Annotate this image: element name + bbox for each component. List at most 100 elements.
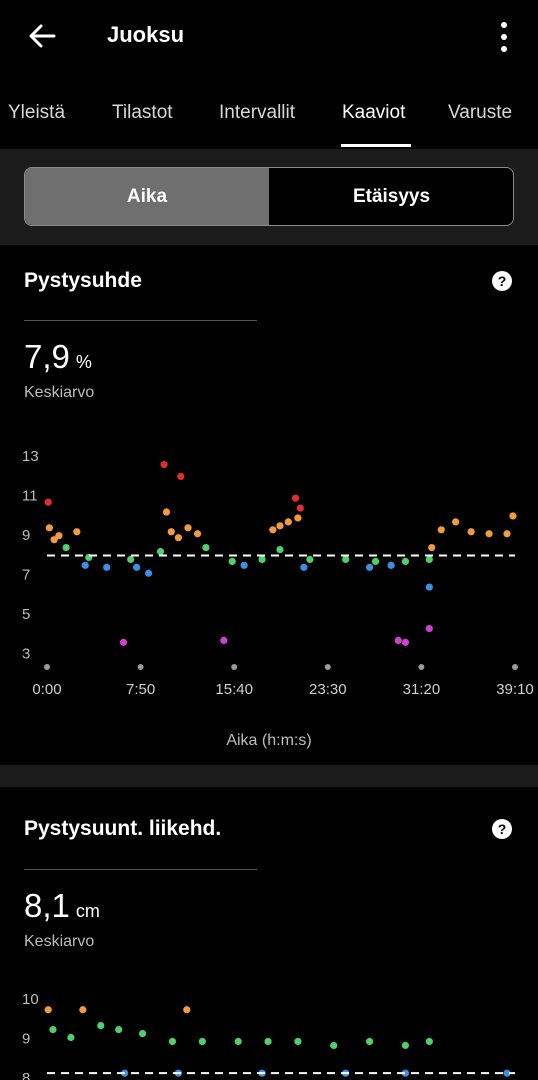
data-point-orange bbox=[509, 512, 517, 520]
data-point-green bbox=[228, 557, 236, 565]
data-point-green bbox=[127, 555, 135, 564]
data-point-green bbox=[202, 543, 210, 552]
data-point-orange bbox=[184, 524, 192, 532]
data-point-orange bbox=[276, 522, 284, 530]
x-tick-label: 23:30 bbox=[309, 681, 347, 698]
x-tick-dot bbox=[137, 664, 144, 670]
vertical-oscillation-chart[interactable]: 10 9 8 bbox=[0, 982, 538, 1080]
tab-tilastot[interactable]: Tilastot bbox=[112, 102, 173, 124]
data-point-green bbox=[97, 1022, 105, 1030]
tab-yleista[interactable]: Yleistä bbox=[8, 102, 65, 124]
top-app-bar: Juoksu bbox=[0, 0, 538, 76]
data-point-green bbox=[342, 555, 350, 564]
data-point-purple bbox=[425, 624, 433, 633]
more-vertical-icon[interactable] bbox=[494, 20, 514, 54]
data-point-orange bbox=[269, 526, 277, 534]
data-point-blue bbox=[144, 569, 153, 577]
data-point-green bbox=[234, 1037, 242, 1046]
data-point-purple bbox=[119, 638, 128, 646]
help-icon[interactable]: ? bbox=[492, 819, 512, 839]
card-title: Pystysuunt. liikehd. bbox=[24, 817, 222, 840]
data-point-orange bbox=[55, 532, 63, 540]
x-tick-dot bbox=[512, 664, 518, 670]
data-point-green bbox=[115, 1025, 123, 1034]
data-point-purple bbox=[220, 636, 228, 644]
arrow-left-icon[interactable] bbox=[26, 20, 58, 52]
page-title: Juoksu bbox=[107, 22, 185, 47]
card-title: Pystysuhde bbox=[24, 269, 142, 292]
data-point-green bbox=[258, 555, 266, 564]
data-point-green bbox=[198, 1037, 206, 1046]
help-icon[interactable]: ? bbox=[492, 271, 512, 291]
data-point-green bbox=[62, 543, 70, 552]
x-axis-title: Aika (h:m:s) bbox=[226, 732, 312, 749]
data-point-orange bbox=[167, 528, 175, 536]
data-point-red bbox=[291, 494, 300, 502]
x-tick-dot bbox=[324, 664, 331, 670]
data-point-green bbox=[168, 1037, 177, 1046]
x-tick-label: 39:10 bbox=[496, 681, 534, 698]
tab-kaaviot[interactable]: Kaaviot bbox=[342, 102, 405, 124]
divider bbox=[24, 869, 257, 870]
y-tick-label: 9 bbox=[22, 527, 30, 544]
value-unit: % bbox=[75, 352, 92, 372]
data-point-green bbox=[330, 1041, 338, 1050]
segment-etaisyys[interactable]: Etäisyys bbox=[270, 168, 513, 225]
data-point-orange bbox=[452, 518, 460, 526]
segmented-control-area: Aika Etäisyys bbox=[0, 149, 538, 245]
segment-aika[interactable]: Aika bbox=[25, 168, 269, 225]
data-point-green bbox=[276, 545, 284, 554]
data-point-red bbox=[44, 498, 52, 506]
chart-card-pystysuunt-liikehd: Pystysuunt. liikehd. ? 8,1 cm Keskiarvo 1… bbox=[0, 787, 538, 1080]
data-point-green bbox=[365, 1037, 374, 1046]
data-point-purple bbox=[394, 636, 402, 644]
value-caption: Keskiarvo bbox=[24, 933, 95, 950]
data-point-red bbox=[160, 461, 168, 469]
data-point-orange bbox=[467, 528, 475, 536]
data-point-orange bbox=[73, 528, 81, 536]
segmented-control: Aika Etäisyys bbox=[24, 167, 514, 226]
y-tick-label: 5 bbox=[22, 606, 30, 623]
data-point-red bbox=[296, 504, 304, 512]
x-tick-label: 15:40 bbox=[215, 681, 253, 698]
data-point-orange bbox=[428, 543, 436, 552]
tab-intervallit[interactable]: Intervallit bbox=[219, 102, 295, 124]
data-point-orange bbox=[44, 1006, 52, 1014]
x-tick-dot bbox=[44, 664, 50, 670]
value-caption: Keskiarvo bbox=[24, 384, 95, 401]
chart-card-pystysuhde: Pystysuhde ? 7,9% Keskiarvo 13 11 9 7 5 3 0:00… bbox=[0, 245, 538, 765]
vertical-ratio-chart[interactable]: 13 11 9 7 5 3 0:00 7:50 15:40 23:30 31:20 39:10 bbox=[0, 435, 538, 705]
x-tick-dot bbox=[418, 664, 425, 670]
value-number: 8,1 bbox=[24, 887, 70, 924]
data-point-green bbox=[306, 555, 314, 564]
data-point-orange bbox=[193, 530, 202, 538]
average-value: 8,1 cm bbox=[24, 887, 100, 925]
data-point-red bbox=[177, 472, 185, 481]
y-tick-label: 9 bbox=[22, 1031, 30, 1048]
data-point-green bbox=[67, 1033, 75, 1042]
data-point-green bbox=[425, 555, 433, 564]
data-point-green bbox=[371, 557, 380, 565]
data-point-blue bbox=[300, 563, 308, 571]
tab-varuste[interactable]: Varuste bbox=[448, 102, 512, 124]
active-tab-indicator bbox=[341, 144, 411, 147]
data-point-orange bbox=[485, 530, 493, 538]
data-point-blue bbox=[81, 561, 89, 569]
data-point-orange bbox=[174, 534, 183, 542]
y-tick-label: 10 bbox=[22, 991, 39, 1008]
data-point-orange bbox=[503, 530, 511, 538]
data-point-green bbox=[294, 1037, 302, 1046]
y-tick-label: 3 bbox=[22, 645, 30, 662]
y-tick-label: 8 bbox=[22, 1070, 30, 1080]
average-value: 7,9% bbox=[24, 338, 92, 376]
data-point-green bbox=[401, 557, 410, 565]
data-point-blue bbox=[133, 563, 141, 571]
data-point-green bbox=[264, 1037, 272, 1046]
data-point-orange bbox=[45, 524, 53, 532]
data-point-orange bbox=[79, 1006, 87, 1014]
divider bbox=[24, 320, 257, 321]
data-point-orange bbox=[294, 514, 302, 522]
data-point-blue bbox=[240, 561, 248, 569]
x-tick-dot bbox=[231, 664, 238, 670]
data-point-green bbox=[49, 1025, 57, 1034]
